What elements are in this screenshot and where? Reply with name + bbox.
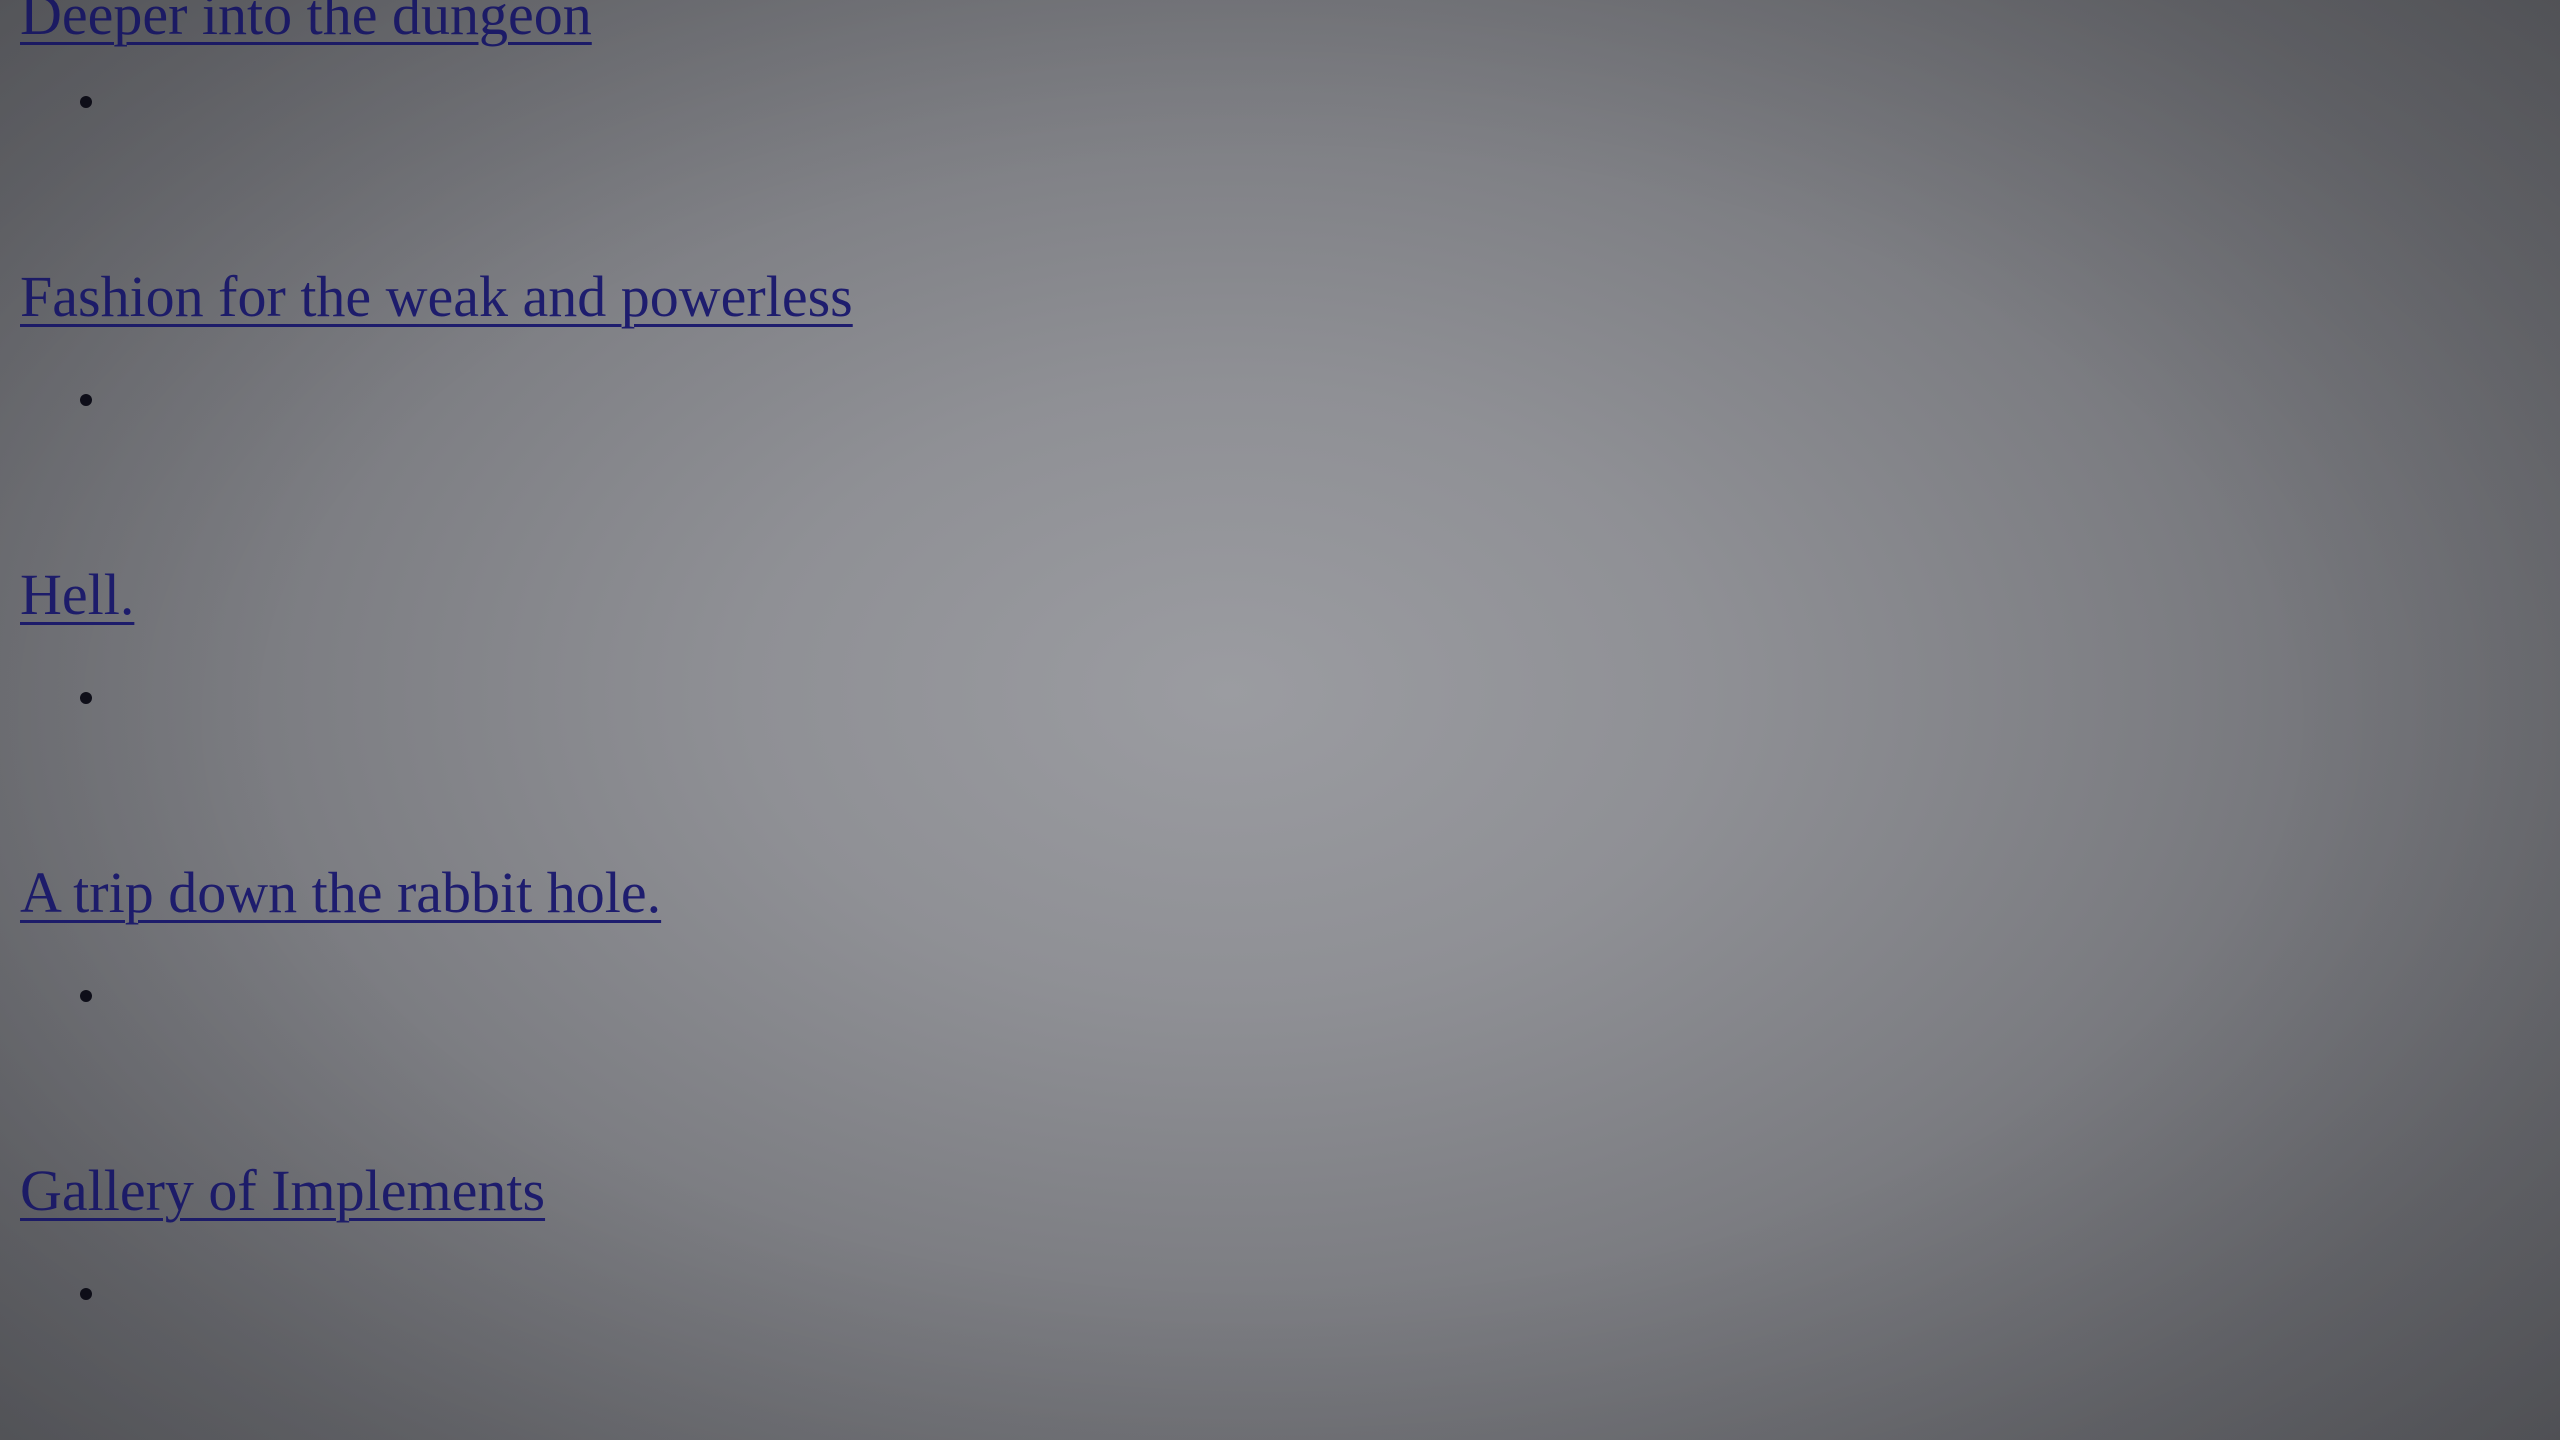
list-bullet [80,990,92,1002]
link-hell[interactable]: Hell. [20,566,134,624]
link-a-trip-down-the-rabbit-hole[interactable]: A trip down the rabbit hole. [20,864,661,922]
list-bullet [80,692,92,704]
link-gallery-of-implements[interactable]: Gallery of Implements [20,1162,545,1220]
list-bullet [80,96,92,108]
link-fashion-for-the-weak-and-powerless[interactable]: Fashion for the weak and powerless [20,268,853,326]
list-bullet [80,394,92,406]
link-deeper-into-the-dungeon[interactable]: Deeper into the dungeon [20,0,592,44]
list-bullet [80,1288,92,1300]
background-vignette [0,0,2560,1440]
